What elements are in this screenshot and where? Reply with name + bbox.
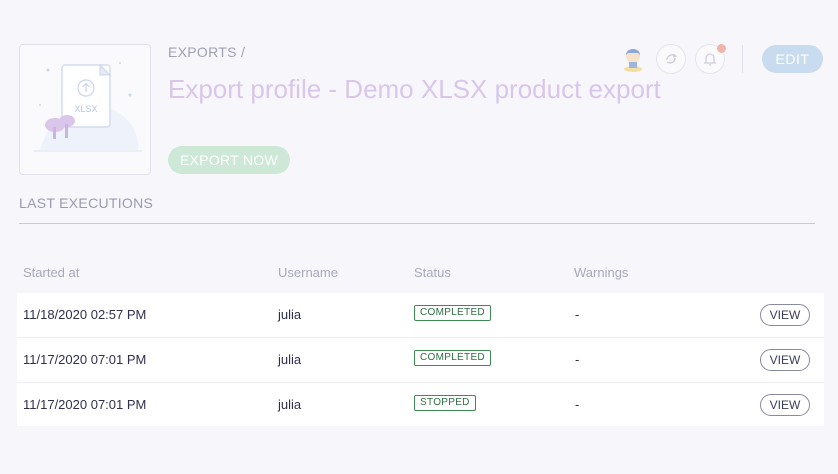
export-now-button[interactable]: EXPORT NOW (168, 146, 290, 174)
header-divider (742, 45, 743, 73)
started-at-cell: 11/18/2020 02:57 PM (23, 307, 147, 322)
table-row[interactable]: 11/17/2020 07:01 PM julia STOPPED - VIEW (17, 383, 824, 427)
avatar-icon (624, 49, 642, 72)
column-header-username: Username (278, 265, 338, 280)
refresh-button[interactable] (656, 44, 686, 74)
section-title: LAST EXECUTIONS (19, 195, 154, 211)
status-badge: COMPLETED (414, 350, 491, 366)
started-at-cell: 11/17/2020 07:01 PM (23, 352, 147, 367)
status-badge: COMPLETED (414, 305, 491, 321)
table-row[interactable]: 11/18/2020 02:57 PM julia COMPLETED - VI… (17, 293, 824, 338)
page-title: Export profile - Demo XLSX product expor… (168, 74, 661, 104)
refresh-icon (666, 53, 678, 64)
table-row[interactable]: 11/17/2020 07:01 PM julia COMPLETED - VI… (17, 338, 824, 383)
export-file-illustration-icon: XLSX (34, 62, 142, 152)
username-cell: julia (278, 352, 302, 367)
warnings-cell: - (575, 307, 580, 322)
user-avatar[interactable] (618, 43, 648, 73)
column-header-status: Status (414, 265, 451, 280)
warnings-cell: - (575, 352, 580, 367)
svg-text:XLSX: XLSX (74, 104, 97, 114)
section-divider (19, 223, 815, 224)
breadcrumb[interactable]: EXPORTS / (168, 44, 245, 60)
executions-table: 11/18/2020 02:57 PM julia COMPLETED - VI… (17, 293, 824, 426)
view-button[interactable]: VIEW (760, 394, 810, 416)
export-illustration: XLSX (19, 44, 151, 175)
view-button[interactable]: VIEW (760, 304, 810, 326)
column-header-started-at: Started at (23, 265, 80, 280)
started-at-cell: 11/17/2020 07:01 PM (23, 397, 147, 412)
view-button[interactable]: VIEW (760, 349, 810, 371)
username-cell: julia (278, 397, 302, 412)
notifications-button[interactable] (695, 44, 726, 74)
status-badge: STOPPED (414, 395, 476, 411)
edit-button[interactable]: EDIT (762, 45, 823, 73)
table-header: Started at Username Status Warnings (19, 260, 814, 294)
column-header-warnings: Warnings (574, 265, 629, 280)
notification-badge (717, 44, 726, 53)
username-cell: julia (278, 307, 302, 322)
warnings-cell: - (575, 397, 580, 412)
